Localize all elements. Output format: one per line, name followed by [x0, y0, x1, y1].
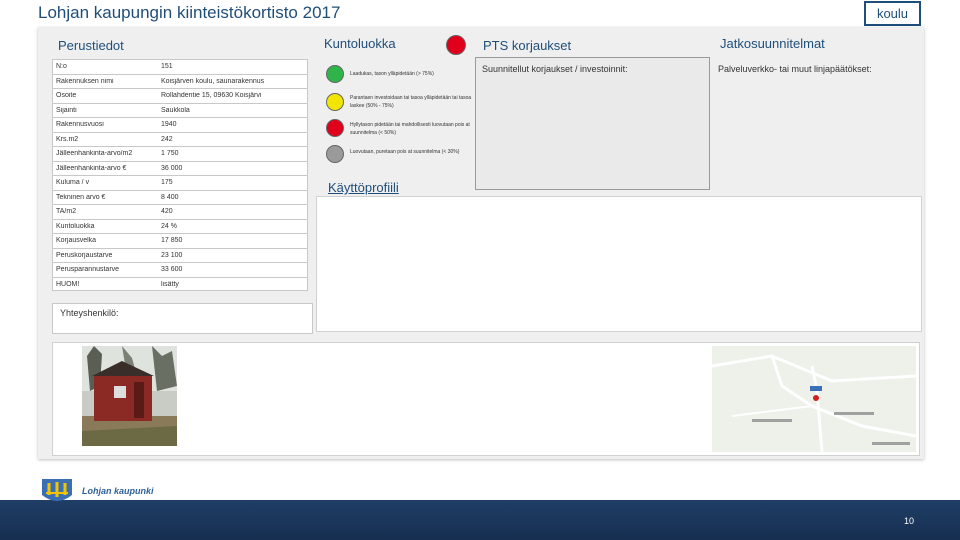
table-row: Kuntoluokka 24 % [53, 220, 307, 234]
condition-legend-text: Laadukas, tason ylläpidetään (> 75%) [350, 71, 434, 77]
row-key: Sijainti [56, 106, 77, 114]
table-row: Jälleenhankinta-arvo/m2 1 750 [53, 147, 307, 162]
condition-legend-text: Luovutaan, puretaan pois at suunnitelma … [350, 149, 460, 155]
condition-indicator-dot [446, 35, 466, 55]
table-row: Korjausvelka 17 850 [53, 234, 307, 249]
table-row: TA/m2 420 [53, 205, 307, 220]
jatko-text: Palveluverkko- tai muut linjapäätökset: [718, 64, 872, 74]
row-value: 175 [161, 179, 173, 187]
row-key: Korjausvelka [56, 237, 97, 245]
row-key: Kuluma / v [56, 179, 90, 187]
table-row: Rakennuksen nimi Koisjärven koulu, saunar… [53, 75, 307, 89]
table-row: Sijainti Saukkola [53, 104, 307, 118]
row-key: Rakennusvuosi [56, 121, 104, 129]
kuntoluokka-heading: Kuntoluokka [324, 36, 396, 51]
row-key: HUOM! [56, 281, 80, 289]
pts-text: Suunnitellut korjaukset / investoinnit: [482, 64, 628, 74]
row-value: lisätty [161, 281, 179, 289]
condition-legend-text: Hyllytason pidetään tai mahdollisesti lu… [350, 122, 470, 136]
table-row: Osoite Rollahdentie 15, 09630 Koisjärvi [53, 89, 307, 104]
row-key: Peruskorjaustarve [56, 251, 113, 259]
page-title: Lohjan kaupungin kiinteistökortisto 2017 [38, 3, 341, 22]
table-row: Perusparannustarve 33 600 [53, 263, 307, 278]
row-value: 1940 [161, 121, 177, 129]
building-photo [82, 346, 177, 446]
row-value: 36 000 [161, 164, 183, 172]
row-value: Koisjärven koulu, saunarakennus [161, 77, 265, 85]
row-key: Osoite [56, 92, 77, 100]
pts-heading: PTS korjaukset [483, 38, 572, 53]
row-key: Jälleenhankinta-arvo/m2 [56, 150, 133, 158]
row-key: Kuntoluokka [56, 222, 95, 230]
row-key: Jälleenhankinta-arvo € [56, 164, 127, 172]
footer-org-name: Lohjan kaupunki [82, 486, 154, 496]
koulu-tag-button[interactable]: koulu [864, 1, 921, 26]
condition-legend-text: Parantaen investoidaan tai tasoa ylläpid… [350, 95, 472, 109]
table-row: Krs.m2 242 [53, 133, 307, 147]
table-row: Peruskorjaustarve 23 100 [53, 249, 307, 263]
pts-box [475, 57, 710, 190]
row-key: Tekninen arvo € [56, 193, 106, 201]
row-value: 151 [161, 63, 173, 71]
row-key: TA/m2 [56, 208, 77, 216]
row-value: Rollahdentie 15, 09630 Koisjärvi [161, 92, 262, 100]
footer-bar [0, 500, 960, 540]
contact-label: Yhteyshenkilö: [60, 308, 119, 318]
location-map [712, 346, 916, 452]
row-value: 242 [161, 135, 173, 143]
row-value: 23 100 [161, 251, 183, 259]
row-key: Perusparannustarve [56, 266, 120, 274]
row-key: Krs.m2 [56, 135, 79, 143]
table-row: Jälleenhankinta-arvo € 36 000 [53, 162, 307, 176]
row-value: 33 600 [161, 266, 183, 274]
jatkosuunnitelmat-heading: Jatkosuunnitelmat [720, 36, 825, 51]
grey-condition-dot [326, 145, 344, 163]
page-number: 10 [904, 516, 915, 526]
table-row: N:o 151 [53, 60, 307, 75]
table-row: Kuluma / v 175 [53, 176, 307, 191]
row-value: 8 400 [161, 193, 179, 201]
row-key: Rakennuksen nimi [56, 77, 114, 85]
row-value: 24 % [161, 222, 177, 230]
row-key: N:o [56, 63, 67, 71]
table-row: Rakennusvuosi 1940 [53, 118, 307, 133]
kayttoprofiili-box [316, 196, 922, 332]
table-row: HUOM! lisätty [53, 278, 307, 293]
perustiedot-heading: Perustiedot [58, 38, 124, 53]
lohja-logo-icon [42, 479, 72, 501]
table-row: Tekninen arvo € 8 400 [53, 191, 307, 205]
kayttoprofiili-heading: Käyttöprofiili [328, 180, 399, 195]
red-condition-dot [326, 119, 344, 137]
green-condition-dot [326, 65, 344, 83]
row-value: 17 850 [161, 237, 183, 245]
row-value: 1 750 [161, 150, 179, 158]
row-value: Saukkola [161, 106, 190, 114]
yellow-condition-dot [326, 93, 344, 111]
row-value: 420 [161, 208, 173, 216]
basic-info-table: N:o 151 Rakennuksen nimi Koisjärven koulu,… [52, 59, 308, 291]
